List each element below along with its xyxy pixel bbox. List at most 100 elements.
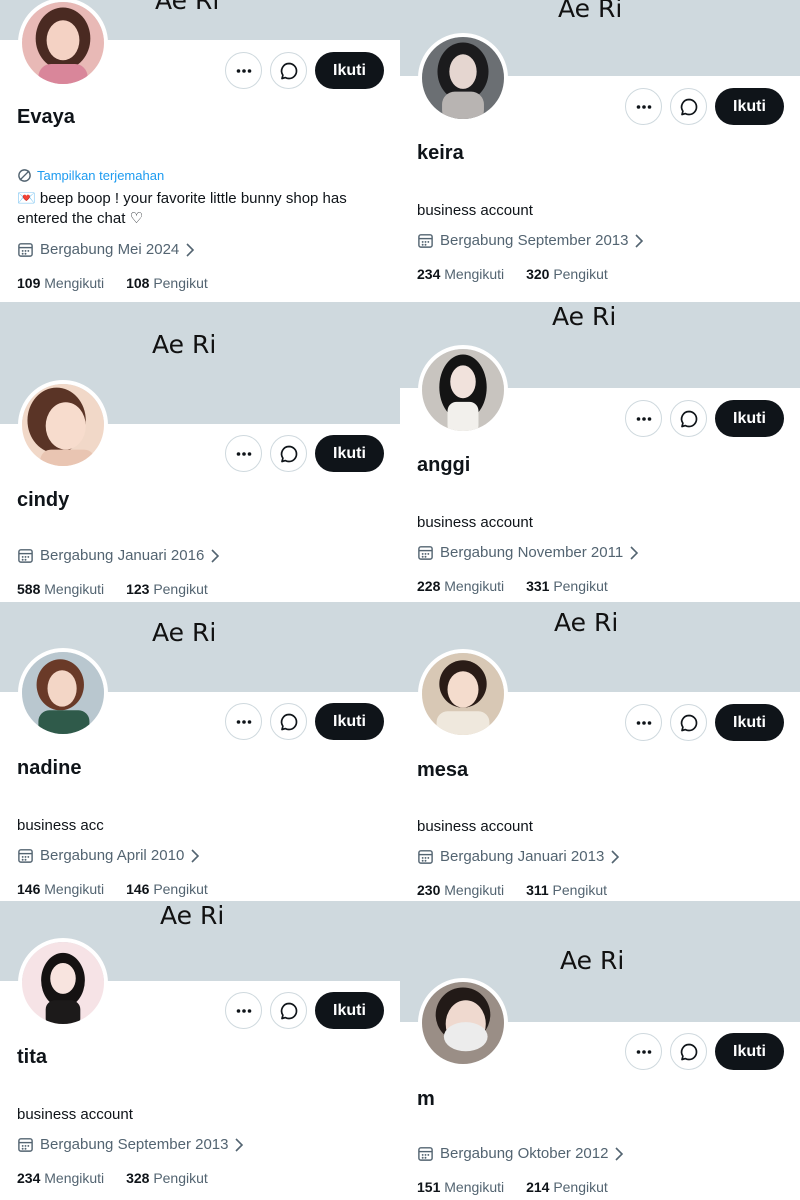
- avatar[interactable]: [18, 938, 108, 1028]
- more-options-button[interactable]: [625, 88, 662, 125]
- follow-button[interactable]: Ikuti: [315, 992, 384, 1029]
- following-stat[interactable]: 146 Mengikuti: [17, 881, 104, 897]
- chevron-right-icon: [611, 849, 620, 864]
- following-count: 588: [17, 581, 41, 597]
- calendar-icon: [18, 849, 33, 863]
- profile-card-tita: Ae Ri Ikuti tita business account Bergab…: [0, 901, 400, 1200]
- followers-stat[interactable]: 146 Pengikut: [126, 881, 208, 897]
- message-button[interactable]: [670, 1033, 707, 1070]
- profile-name: keira: [417, 142, 464, 164]
- following-label: Mengikuti: [44, 275, 105, 291]
- profile-stats: 588 Mengikuti 123 Pengikut: [17, 581, 226, 597]
- message-button[interactable]: [670, 704, 707, 741]
- joined-date[interactable]: Bergabung April 2010: [17, 847, 200, 864]
- more-options-button[interactable]: [225, 52, 262, 89]
- following-stat[interactable]: 234 Mengikuti: [417, 266, 504, 282]
- profile-bio: business acc: [17, 817, 104, 834]
- profile-card-cindy: Ae Ri Ikuti cindy Bergabung Januari 2016…: [0, 302, 400, 600]
- profile-bio: business account: [417, 818, 533, 835]
- chevron-right-icon: [211, 548, 220, 563]
- profile-name: tita: [17, 1046, 47, 1068]
- avatar[interactable]: [418, 978, 508, 1068]
- follow-button[interactable]: Ikuti: [315, 52, 384, 89]
- joined-text: Bergabung Januari 2013: [440, 848, 605, 865]
- avatar-image: [422, 37, 504, 119]
- bio-text: beep boop ! your favorite little bunny s…: [17, 190, 347, 227]
- profile-bio: business account: [417, 202, 533, 219]
- joined-date[interactable]: Bergabung November 2011: [417, 544, 639, 561]
- more-options-button[interactable]: [625, 704, 662, 741]
- followers-stat[interactable]: 123 Pengikut: [126, 581, 208, 597]
- followers-stat[interactable]: 214 Pengikut: [526, 1179, 608, 1195]
- following-stat[interactable]: 109 Mengikuti: [17, 275, 104, 291]
- following-count: 230: [417, 882, 441, 898]
- joined-date[interactable]: Bergabung Mei 2024: [17, 241, 195, 258]
- message-button[interactable]: [670, 88, 707, 125]
- follow-button[interactable]: Ikuti: [715, 704, 784, 741]
- joined-text: Bergabung September 2013: [40, 1136, 229, 1153]
- followers-stat[interactable]: 320 Pengikut: [526, 266, 608, 282]
- followers-stat[interactable]: 311 Pengikut: [526, 882, 607, 898]
- joined-date[interactable]: Bergabung September 2013: [17, 1136, 244, 1153]
- chevron-right-icon: [635, 233, 644, 248]
- message-icon: [280, 1002, 297, 1019]
- following-label: Mengikuti: [44, 1170, 105, 1186]
- calendar-icon: [418, 850, 433, 864]
- avatar[interactable]: [418, 33, 508, 123]
- calendar-icon: [418, 234, 433, 248]
- followers-label: Pengikut: [553, 266, 608, 282]
- following-stat[interactable]: 228 Mengikuti: [417, 578, 504, 594]
- message-button[interactable]: [270, 52, 307, 89]
- followers-stat[interactable]: 331 Pengikut: [526, 578, 608, 594]
- followers-label: Pengikut: [153, 275, 208, 291]
- avatar[interactable]: [18, 0, 108, 88]
- following-stat[interactable]: 588 Mengikuti: [17, 581, 104, 597]
- profile-card-anggi: Ae Ri Ikuti anggi business account Berga…: [400, 302, 800, 600]
- message-button[interactable]: [270, 703, 307, 740]
- following-stat[interactable]: 151 Mengikuti: [417, 1179, 504, 1195]
- more-options-button[interactable]: [225, 703, 262, 740]
- joined-date[interactable]: Bergabung Januari 2016: [17, 547, 220, 564]
- more-options-button[interactable]: [225, 435, 262, 472]
- banner-text: Ae Ri: [155, 0, 220, 15]
- avatar[interactable]: [418, 345, 508, 435]
- avatar[interactable]: [418, 649, 508, 739]
- profile-stats: 151 Mengikuti 214 Pengikut: [417, 1179, 626, 1195]
- follow-button[interactable]: Ikuti: [315, 703, 384, 740]
- followers-count: 311: [526, 882, 549, 898]
- following-count: 234: [417, 266, 441, 282]
- followers-label: Pengikut: [153, 881, 208, 897]
- avatar[interactable]: [18, 648, 108, 738]
- following-stat[interactable]: 234 Mengikuti: [17, 1170, 104, 1186]
- message-icon: [680, 98, 697, 115]
- followers-stat[interactable]: 108 Pengikut: [126, 275, 208, 291]
- message-button[interactable]: [270, 435, 307, 472]
- follow-button[interactable]: Ikuti: [315, 435, 384, 472]
- more-options-button[interactable]: [625, 400, 662, 437]
- message-icon: [680, 410, 697, 427]
- avatar[interactable]: [18, 380, 108, 470]
- joined-date[interactable]: Bergabung September 2013: [417, 232, 644, 249]
- avatar-image: [422, 653, 504, 735]
- followers-stat[interactable]: 328 Pengikut: [126, 1170, 208, 1186]
- joined-text: Bergabung April 2010: [40, 847, 185, 864]
- profile-bio: 💌 beep boop ! your favorite little bunny…: [17, 189, 382, 229]
- more-options-button[interactable]: [625, 1033, 662, 1070]
- message-button[interactable]: [670, 400, 707, 437]
- bio-emoji: 💌: [17, 190, 36, 207]
- joined-date[interactable]: Bergabung Oktober 2012: [417, 1145, 624, 1162]
- translate-icon: [18, 169, 31, 182]
- profile-name: m: [417, 1088, 435, 1110]
- joined-date[interactable]: Bergabung Januari 2013: [417, 848, 620, 865]
- message-button[interactable]: [270, 992, 307, 1029]
- calendar-icon: [18, 549, 33, 563]
- joined-text: Bergabung November 2011: [440, 544, 624, 561]
- following-stat[interactable]: 230 Mengikuti: [417, 882, 504, 898]
- follow-button[interactable]: Ikuti: [715, 1033, 784, 1070]
- more-options-button[interactable]: [225, 992, 262, 1029]
- followers-count: 108: [126, 275, 150, 291]
- follow-button[interactable]: Ikuti: [715, 400, 784, 437]
- more-icon: [236, 719, 251, 724]
- translate-link[interactable]: Tampilkan terjemahan: [17, 168, 164, 183]
- follow-button[interactable]: Ikuti: [715, 88, 784, 125]
